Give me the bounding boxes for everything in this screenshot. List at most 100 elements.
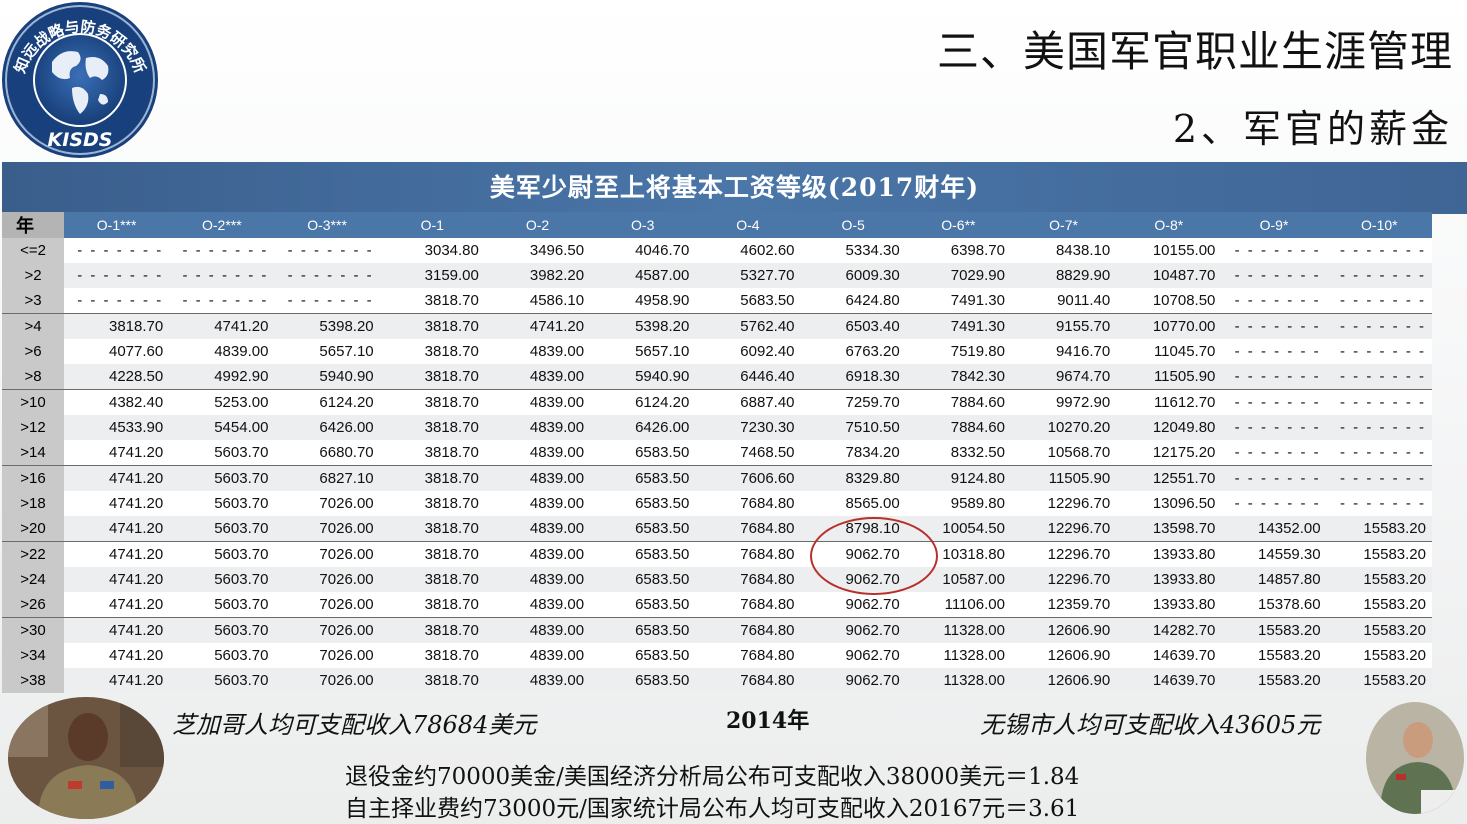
salary-cell: 7842.30	[905, 364, 1011, 390]
salary-cell: 4839.00	[484, 491, 591, 516]
year-cell: >20	[2, 516, 64, 542]
year-label: 2014年	[726, 708, 810, 734]
salary-cell: 8438.10	[1010, 238, 1117, 263]
page-subtitle: 2、军官的薪金	[1172, 107, 1453, 151]
salary-cell: 12296.70	[1010, 567, 1117, 592]
svg-text:KISDS: KISDS	[48, 129, 113, 151]
year-cell: >2	[2, 263, 64, 288]
salary-cell: 6503.40	[800, 313, 906, 339]
salary-cell: 7026.00	[274, 541, 380, 567]
salary-cell: 15583.20	[1326, 516, 1432, 542]
salary-cell: 5940.90	[274, 364, 380, 390]
salary-cell: 4839.00	[484, 339, 591, 364]
table-banner: 美军少尉至上将基本工资等级(2017财年)	[2, 162, 1467, 214]
salary-cell: - - - - - - -	[1221, 238, 1327, 263]
table-row: >8 4228.50 4992.90 5940.90 3818.70 4839.00 594…	[2, 364, 1432, 390]
salary-cell: 12296.70	[1010, 541, 1117, 567]
salary-cell: 3818.70	[379, 541, 485, 567]
salary-cell: 3818.70	[379, 668, 485, 693]
salary-cell: 7468.50	[695, 440, 801, 466]
salary-cell: 7026.00	[274, 567, 380, 592]
salary-cell: 5398.20	[590, 313, 696, 339]
salary-cell: - - - - - - -	[64, 263, 170, 288]
salary-cell: - - - - - - -	[1326, 389, 1432, 415]
salary-cell: 5327.70	[695, 263, 801, 288]
salary-cell: 6426.00	[274, 415, 380, 440]
salary-cell: 7884.60	[905, 389, 1011, 415]
salary-cell: 5454.00	[169, 415, 275, 440]
salary-cell: 3818.70	[379, 288, 485, 314]
salary-cell: 13933.80	[1116, 592, 1222, 618]
salary-cell: 4741.20	[64, 516, 170, 542]
salary-cell: 6446.40	[695, 364, 801, 390]
salary-cell: 15583.20	[1326, 617, 1432, 643]
table-row: >18 4741.20 5603.70 7026.00 3818.70 4839.00 65…	[2, 491, 1432, 516]
salary-cell: 14639.70	[1116, 643, 1222, 668]
salary-cell: 14639.70	[1116, 668, 1222, 693]
salary-cell: - - - - - - -	[1326, 364, 1432, 390]
salary-cell: 7884.60	[905, 415, 1011, 440]
table-row: >3- - - - - - -- - - - - - -- - - - - - …	[2, 288, 1432, 314]
table-row: >26 4741.20 5603.70 7026.00 3818.70 4839.00 65…	[2, 592, 1432, 618]
salary-cell: 5603.70	[169, 567, 275, 592]
salary-cell: 9416.70	[1010, 339, 1117, 364]
salary-cell: 3818.70	[379, 465, 485, 491]
salary-cell: 6009.30	[800, 263, 906, 288]
salary-cell: - - - - - - -	[1221, 288, 1327, 314]
salary-cell: 7259.70	[800, 389, 906, 415]
salary-cell: 3818.70	[379, 364, 485, 390]
salary-cell: 3818.70	[379, 643, 485, 668]
grade-column-header: O-7*	[1010, 212, 1117, 238]
salary-cell: 4839.00	[484, 516, 591, 542]
year-cell: >4	[2, 313, 64, 339]
salary-cell: 7230.30	[695, 415, 801, 440]
highlight-circle	[810, 517, 938, 595]
table-header-row: 年 O-1*** O-2*** O-3*** O-1 O-2 O-3 O-4 O-5 O-6**…	[2, 212, 1432, 238]
salary-cell: 4839.00	[484, 617, 591, 643]
officer-photo-right	[1366, 702, 1464, 814]
salary-cell: 3496.50	[484, 238, 591, 263]
salary-cell: 5603.70	[169, 465, 275, 491]
salary-cell: 11612.70	[1116, 389, 1222, 415]
salary-cell: - - - - - - -	[1221, 313, 1327, 339]
salary-cell: 6124.20	[274, 389, 380, 415]
salary-cell: 7026.00	[274, 491, 380, 516]
salary-cell: 12551.70	[1116, 465, 1222, 491]
salary-cell: 12296.70	[1010, 516, 1117, 542]
salary-cell: 5603.70	[169, 668, 275, 693]
salary-cell: 6827.10	[274, 465, 380, 491]
salary-table: 年 O-1*** O-2*** O-3*** O-1 O-2 O-3 O-4 O-5 O-6**…	[2, 212, 1432, 693]
salary-cell: 4228.50	[64, 364, 170, 390]
year-cell: >10	[2, 389, 64, 415]
salary-cell: 5253.00	[169, 389, 275, 415]
grade-column-header: O-3	[590, 212, 696, 238]
salary-cell: 7684.80	[695, 491, 801, 516]
year-cell: <=2	[2, 238, 64, 263]
salary-cell: 7026.00	[274, 668, 380, 693]
salary-cell: 6426.00	[590, 415, 696, 440]
salary-cell: 7026.00	[274, 516, 380, 542]
salary-cell: 4741.20	[64, 541, 170, 567]
year-cell: >30	[2, 617, 64, 643]
table-row: >22 4741.20 5603.70 7026.00 3818.70 4839.00 65…	[2, 541, 1432, 567]
grade-column-header: O-2***	[169, 212, 275, 238]
salary-cell: 3818.70	[379, 415, 485, 440]
year-cell: >38	[2, 668, 64, 693]
salary-cell: 4586.10	[484, 288, 591, 314]
salary-cell: 9062.70	[800, 592, 906, 618]
salary-cell: 5603.70	[169, 617, 275, 643]
salary-cell: 6398.70	[905, 238, 1011, 263]
salary-cell: 15583.20	[1326, 668, 1432, 693]
salary-cell: 7684.80	[695, 567, 801, 592]
salary-cell: 3818.70	[379, 592, 485, 618]
kisds-logo: KISDS 知远战略与防务研究所	[0, 0, 162, 162]
salary-cell: 7026.00	[274, 617, 380, 643]
salary-cell: 15583.20	[1221, 617, 1327, 643]
salary-cell: 12606.90	[1010, 617, 1117, 643]
salary-cell: 15583.20	[1326, 567, 1432, 592]
salary-cell: 6583.50	[590, 541, 696, 567]
year-cell: >12	[2, 415, 64, 440]
salary-cell: 13933.80	[1116, 567, 1222, 592]
salary-cell: 9972.90	[1010, 389, 1117, 415]
salary-cell: 12606.90	[1010, 643, 1117, 668]
